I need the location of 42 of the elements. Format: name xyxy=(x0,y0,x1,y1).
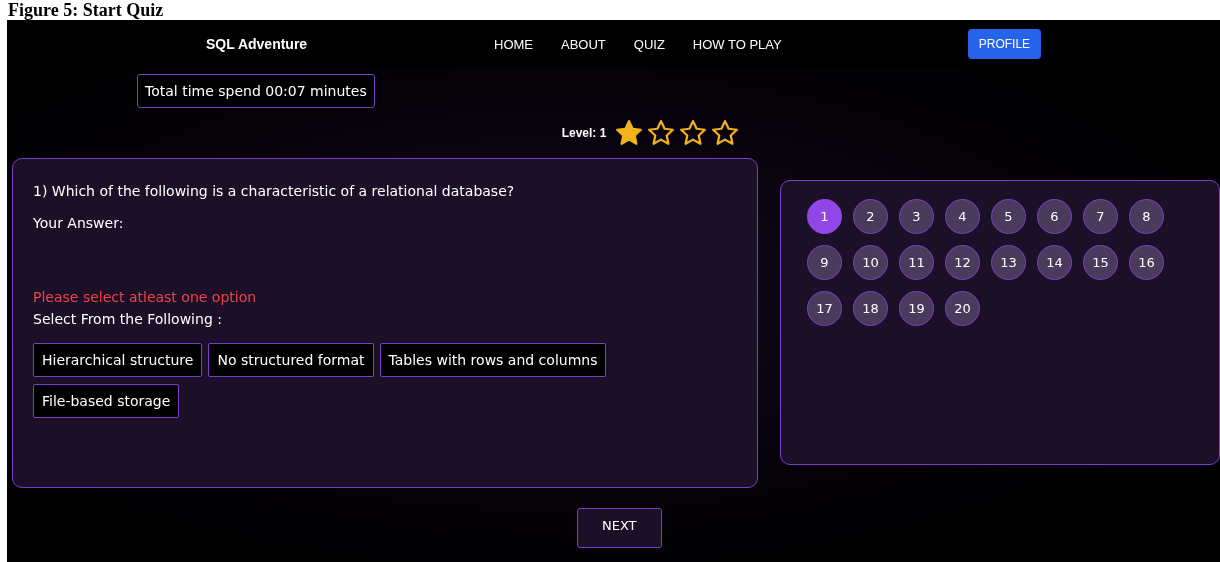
question-number-button[interactable]: 16 xyxy=(1129,245,1164,280)
option-button[interactable]: Hierarchical structure xyxy=(33,343,203,377)
star-icon xyxy=(678,118,709,148)
level-label: Level: 1 xyxy=(561,126,607,140)
nav-link[interactable]: HOME xyxy=(494,36,533,52)
question-number-button[interactable]: 4 xyxy=(945,199,980,234)
prompt-text: Select From the Following : xyxy=(33,311,223,327)
question-number-button[interactable]: 2 xyxy=(853,199,888,234)
star-icon xyxy=(646,118,677,148)
question-number-button[interactable]: 1 xyxy=(807,199,842,234)
question-number-button[interactable]: 19 xyxy=(899,291,934,326)
question-number-button[interactable]: 8 xyxy=(1129,199,1164,234)
star-icon xyxy=(614,118,645,148)
question-number-button[interactable]: 13 xyxy=(991,245,1026,280)
brand-name: SQL Adventure xyxy=(206,36,309,52)
option-button[interactable]: No structured format xyxy=(208,343,374,377)
next-button[interactable]: NEXT xyxy=(577,508,662,548)
error-message: Please select atleast one option xyxy=(33,289,258,305)
nav-link[interactable]: HOW TO PLAY xyxy=(692,36,782,52)
option-button[interactable]: File-based storage xyxy=(33,384,180,418)
question-number-button[interactable]: 9 xyxy=(807,245,842,280)
question-number-button[interactable]: 10 xyxy=(853,245,888,280)
question-number-button[interactable]: 6 xyxy=(1037,199,1072,234)
question-number-button[interactable]: 12 xyxy=(945,245,980,280)
nav-link[interactable]: QUIZ xyxy=(633,36,665,52)
question-number-button[interactable]: 15 xyxy=(1083,245,1118,280)
question-number-button[interactable]: 17 xyxy=(807,291,842,326)
star-icon xyxy=(710,118,741,148)
question-number-button[interactable]: 14 xyxy=(1037,245,1072,280)
question-text: 1) Which of the following is a characteristic of a relational database? xyxy=(33,183,516,199)
answer-label: Your Answer: xyxy=(33,215,125,231)
option-button[interactable]: Tables with rows and columns xyxy=(379,343,607,377)
figure-caption: Figure 5: Start Quiz xyxy=(7,0,165,20)
question-number-button[interactable]: 7 xyxy=(1083,199,1118,234)
question-number-button[interactable]: 20 xyxy=(945,291,980,326)
nav-link[interactable]: ABOUT xyxy=(561,36,606,52)
question-number-button[interactable]: 5 xyxy=(991,199,1026,234)
profile-button[interactable]: PROFILE xyxy=(967,29,1042,59)
question-number-button[interactable]: 18 xyxy=(853,291,888,326)
timer-display: Total time spend 00:07 minutes xyxy=(137,74,375,108)
question-number-button[interactable]: 11 xyxy=(899,245,934,280)
question-number-button[interactable]: 3 xyxy=(899,199,934,234)
